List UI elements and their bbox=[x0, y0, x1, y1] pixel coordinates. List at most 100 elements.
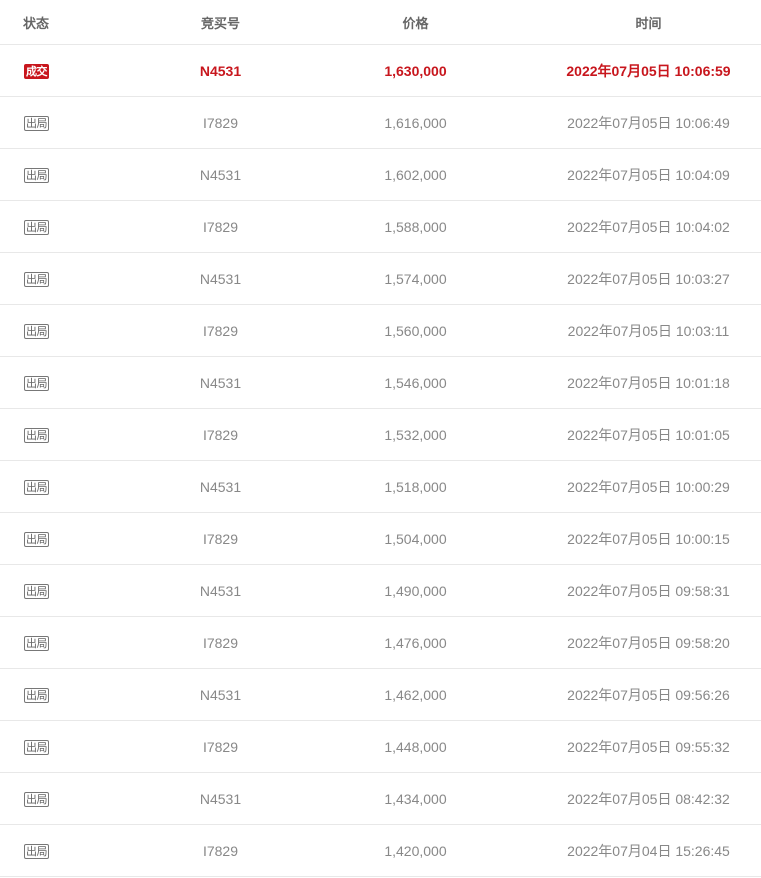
status-cell: 出局 bbox=[0, 564, 123, 617]
table-row: 出局 N4531 1,434,000 2022年07月05日 08:42:32 bbox=[0, 772, 761, 825]
status-badge: 出局 bbox=[24, 688, 49, 703]
bidder-number-cell: I7829 bbox=[123, 96, 318, 149]
status-cell: 出局 bbox=[0, 824, 123, 877]
bid-record-table: 状态 竞买号 价格 时间 成交 N4531 1,630,000 2022年07月05日… bbox=[0, 0, 761, 877]
time-cell: 2022年07月05日 10:03:27 bbox=[513, 252, 761, 305]
price-cell: 1,546,000 bbox=[318, 356, 513, 409]
header-price: 价格 bbox=[318, 0, 513, 45]
header-bidder-number: 竞买号 bbox=[123, 0, 318, 45]
bidder-number-cell: I7829 bbox=[123, 824, 318, 877]
status-badge: 出局 bbox=[24, 636, 49, 651]
table-row: 出局 I7829 1,616,000 2022年07月05日 10:06:49 bbox=[0, 96, 761, 149]
status-badge: 出局 bbox=[24, 324, 49, 339]
status-cell: 出局 bbox=[0, 772, 123, 825]
status-badge: 出局 bbox=[24, 584, 49, 599]
bidder-number-cell: I7829 bbox=[123, 304, 318, 357]
bidder-number-cell: N4531 bbox=[123, 148, 318, 201]
table-row: 出局 N4531 1,490,000 2022年07月05日 09:58:31 bbox=[0, 564, 761, 617]
bidder-number-cell: I7829 bbox=[123, 408, 318, 461]
table-header-row: 状态 竞买号 价格 时间 bbox=[0, 0, 761, 45]
status-cell: 成交 bbox=[0, 44, 123, 97]
table-row: 出局 N4531 1,602,000 2022年07月05日 10:04:09 bbox=[0, 148, 761, 201]
time-cell: 2022年07月05日 09:58:31 bbox=[513, 564, 761, 617]
price-cell: 1,476,000 bbox=[318, 616, 513, 669]
table-row: 出局 N4531 1,518,000 2022年07月05日 10:00:29 bbox=[0, 460, 761, 513]
status-badge: 出局 bbox=[24, 428, 49, 443]
time-cell: 2022年07月05日 10:06:59 bbox=[513, 44, 761, 97]
table-row: 出局 I7829 1,532,000 2022年07月05日 10:01:05 bbox=[0, 408, 761, 461]
time-cell: 2022年07月04日 15:26:45 bbox=[513, 824, 761, 877]
time-cell: 2022年07月05日 09:58:20 bbox=[513, 616, 761, 669]
status-badge: 出局 bbox=[24, 168, 49, 183]
status-cell: 出局 bbox=[0, 200, 123, 253]
status-badge: 出局 bbox=[24, 376, 49, 391]
bidder-number-cell: I7829 bbox=[123, 512, 318, 565]
status-cell: 出局 bbox=[0, 408, 123, 461]
table-row: 出局 I7829 1,560,000 2022年07月05日 10:03:11 bbox=[0, 304, 761, 357]
time-cell: 2022年07月05日 08:42:32 bbox=[513, 772, 761, 825]
status-cell: 出局 bbox=[0, 460, 123, 513]
status-cell: 出局 bbox=[0, 356, 123, 409]
price-cell: 1,630,000 bbox=[318, 44, 513, 97]
table-row: 出局 N4531 1,574,000 2022年07月05日 10:03:27 bbox=[0, 252, 761, 305]
table-row: 出局 I7829 1,420,000 2022年07月04日 15:26:45 bbox=[0, 824, 761, 877]
time-cell: 2022年07月05日 10:01:05 bbox=[513, 408, 761, 461]
bidder-number-cell: N4531 bbox=[123, 356, 318, 409]
price-cell: 1,602,000 bbox=[318, 148, 513, 201]
time-cell: 2022年07月05日 09:56:26 bbox=[513, 668, 761, 721]
table-row: 出局 I7829 1,448,000 2022年07月05日 09:55:32 bbox=[0, 720, 761, 773]
header-time: 时间 bbox=[513, 0, 761, 45]
price-cell: 1,518,000 bbox=[318, 460, 513, 513]
price-cell: 1,448,000 bbox=[318, 720, 513, 773]
table-row: 出局 N4531 1,462,000 2022年07月05日 09:56:26 bbox=[0, 668, 761, 721]
status-cell: 出局 bbox=[0, 96, 123, 149]
bidder-number-cell: I7829 bbox=[123, 616, 318, 669]
price-cell: 1,504,000 bbox=[318, 512, 513, 565]
bid-rows: 成交 N4531 1,630,000 2022年07月05日 10:06:59 出局 I7… bbox=[0, 44, 761, 877]
price-cell: 1,574,000 bbox=[318, 252, 513, 305]
header-status: 状态 bbox=[0, 0, 123, 45]
table-row: 出局 I7829 1,504,000 2022年07月05日 10:00:15 bbox=[0, 512, 761, 565]
bidder-number-cell: N4531 bbox=[123, 252, 318, 305]
price-cell: 1,588,000 bbox=[318, 200, 513, 253]
status-cell: 出局 bbox=[0, 148, 123, 201]
price-cell: 1,616,000 bbox=[318, 96, 513, 149]
price-cell: 1,560,000 bbox=[318, 304, 513, 357]
status-badge: 出局 bbox=[24, 792, 49, 807]
status-badge: 成交 bbox=[24, 64, 49, 79]
status-badge: 出局 bbox=[24, 740, 49, 755]
bidder-number-cell: N4531 bbox=[123, 668, 318, 721]
status-cell: 出局 bbox=[0, 720, 123, 773]
bidder-number-cell: N4531 bbox=[123, 460, 318, 513]
bidder-number-cell: N4531 bbox=[123, 564, 318, 617]
status-cell: 出局 bbox=[0, 512, 123, 565]
status-badge: 出局 bbox=[24, 220, 49, 235]
table-row: 出局 I7829 1,476,000 2022年07月05日 09:58:20 bbox=[0, 616, 761, 669]
time-cell: 2022年07月05日 10:00:29 bbox=[513, 460, 761, 513]
time-cell: 2022年07月05日 10:04:02 bbox=[513, 200, 761, 253]
time-cell: 2022年07月05日 10:06:49 bbox=[513, 96, 761, 149]
bidder-number-cell: I7829 bbox=[123, 200, 318, 253]
time-cell: 2022年07月05日 10:03:11 bbox=[513, 304, 761, 357]
table-row: 出局 I7829 1,588,000 2022年07月05日 10:04:02 bbox=[0, 200, 761, 253]
table-row: 出局 N4531 1,546,000 2022年07月05日 10:01:18 bbox=[0, 356, 761, 409]
bidder-number-cell: N4531 bbox=[123, 772, 318, 825]
price-cell: 1,434,000 bbox=[318, 772, 513, 825]
status-badge: 出局 bbox=[24, 480, 49, 495]
bidder-number-cell: I7829 bbox=[123, 720, 318, 773]
time-cell: 2022年07月05日 10:01:18 bbox=[513, 356, 761, 409]
status-cell: 出局 bbox=[0, 616, 123, 669]
table-row: 成交 N4531 1,630,000 2022年07月05日 10:06:59 bbox=[0, 44, 761, 97]
status-cell: 出局 bbox=[0, 668, 123, 721]
price-cell: 1,532,000 bbox=[318, 408, 513, 461]
status-cell: 出局 bbox=[0, 304, 123, 357]
status-cell: 出局 bbox=[0, 252, 123, 305]
status-badge: 出局 bbox=[24, 272, 49, 287]
status-badge: 出局 bbox=[24, 116, 49, 131]
time-cell: 2022年07月05日 10:00:15 bbox=[513, 512, 761, 565]
bidder-number-cell: N4531 bbox=[123, 44, 318, 97]
status-badge: 出局 bbox=[24, 844, 49, 859]
time-cell: 2022年07月05日 10:04:09 bbox=[513, 148, 761, 201]
price-cell: 1,420,000 bbox=[318, 824, 513, 877]
price-cell: 1,462,000 bbox=[318, 668, 513, 721]
